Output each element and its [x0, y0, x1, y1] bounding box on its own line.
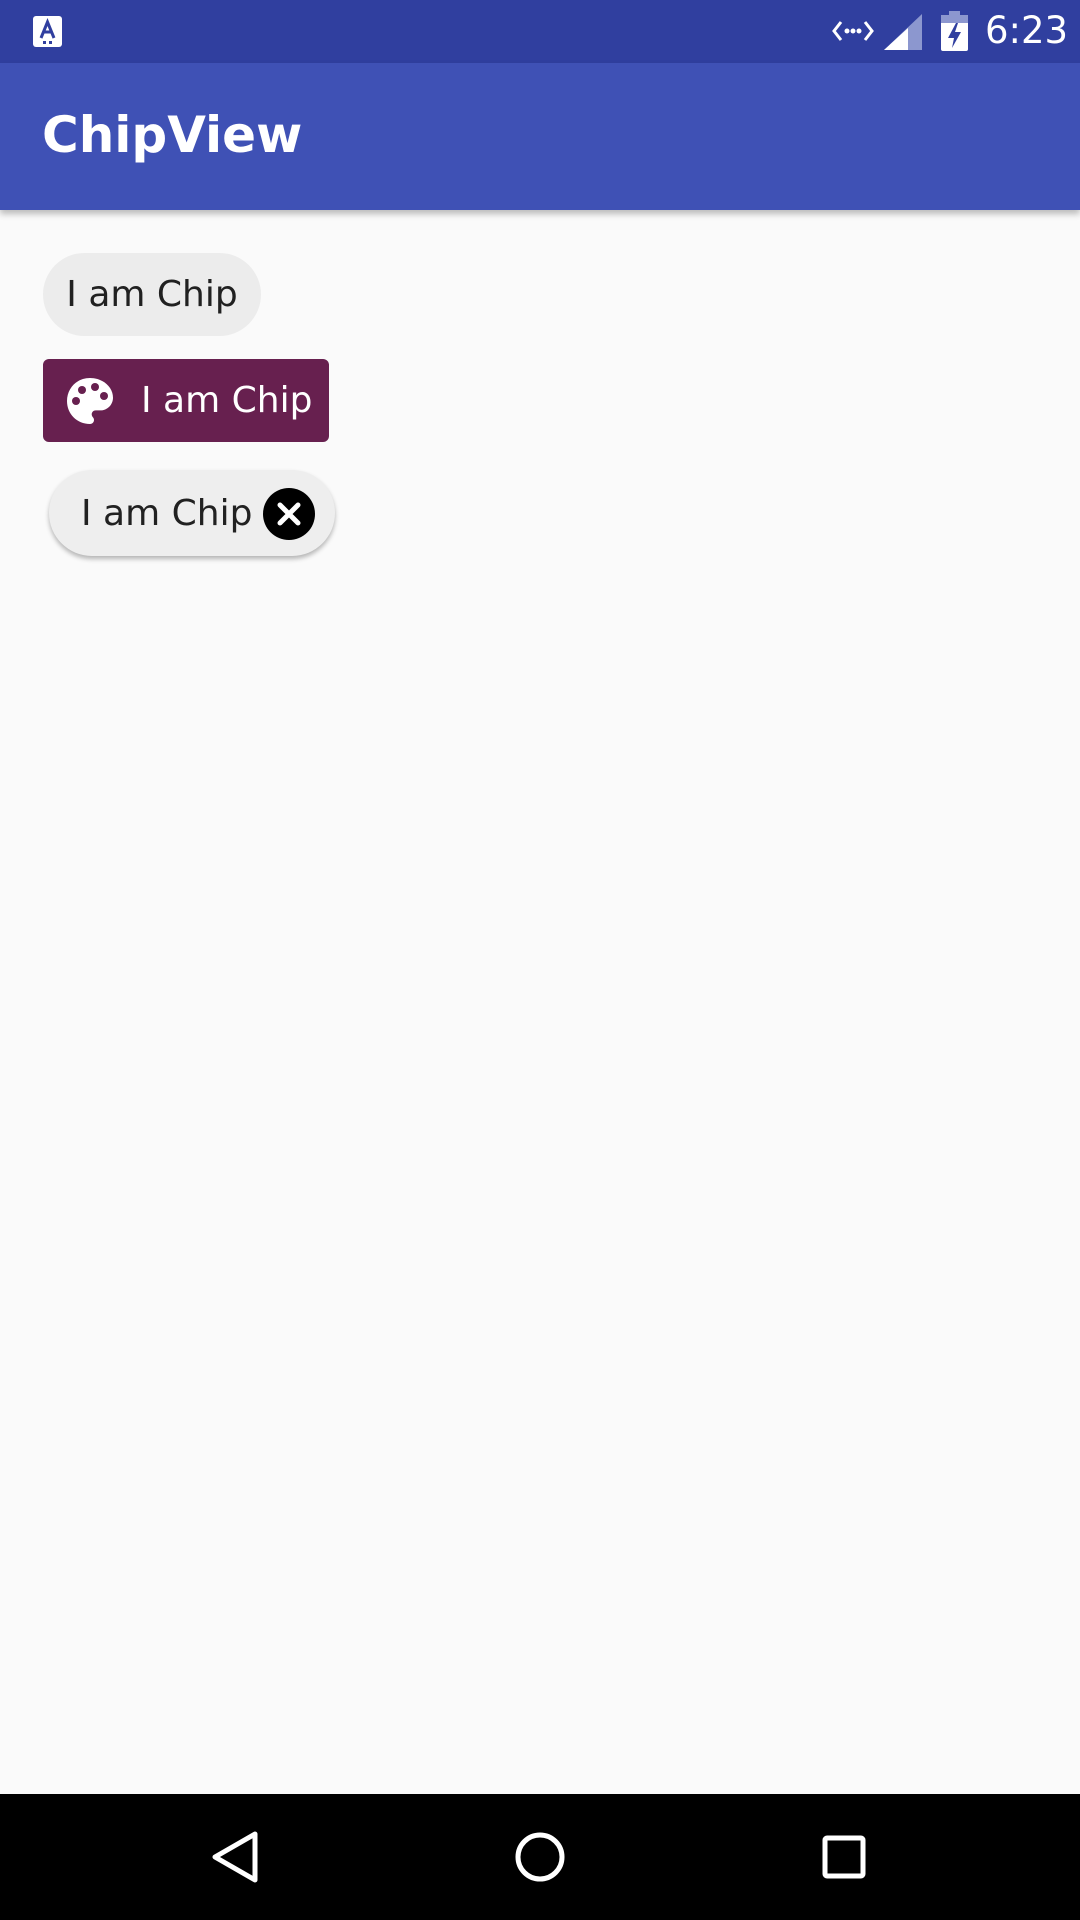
home-icon[interactable] — [505, 1822, 575, 1892]
status-time: 6:23 — [985, 9, 1069, 52]
chip-plain[interactable]: I am Chip — [43, 253, 261, 336]
chip-label: I am Chip — [141, 380, 313, 421]
chip-closable[interactable]: I am Chip — [49, 470, 335, 556]
chip-label: I am Chip — [81, 492, 253, 534]
accessibility-a-icon — [33, 16, 62, 47]
close-circle-icon[interactable] — [263, 488, 315, 540]
back-icon[interactable] — [200, 1822, 270, 1892]
chip-label: I am Chip — [66, 274, 238, 315]
screen: 6:23 ChipView I am Chip I am Chip I am C… — [0, 0, 1080, 1920]
palette-icon — [67, 377, 113, 424]
recents-icon[interactable] — [809, 1822, 879, 1892]
signal-icon — [884, 14, 922, 50]
chip-with-icon[interactable]: I am Chip — [43, 359, 329, 442]
app-bar: ChipView — [0, 63, 1080, 210]
navigation-bar — [0, 1794, 1080, 1920]
battery-charging-icon — [941, 11, 968, 51]
status-bar: 6:23 — [0, 0, 1080, 63]
data-sync-icon — [832, 21, 874, 41]
app-title: ChipView — [42, 106, 303, 164]
